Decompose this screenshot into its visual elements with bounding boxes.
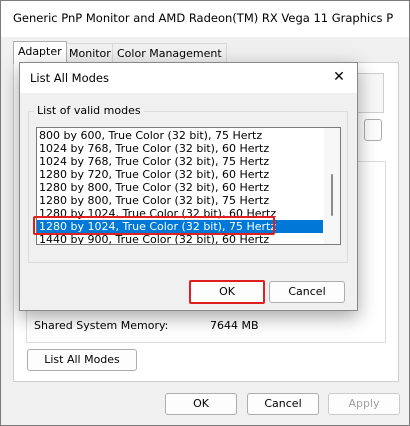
scrollbar-thumb[interactable] [331, 174, 333, 216]
apply-button[interactable]: Apply [328, 393, 400, 415]
mode-list-item[interactable]: 800 by 600, True Color (32 bit), 75 Hert… [37, 129, 323, 142]
close-icon[interactable]: ✕ [329, 67, 349, 87]
cancel-button[interactable]: Cancel [247, 393, 319, 415]
dialog-cancel-button[interactable]: Cancel [269, 281, 345, 303]
selected-mode-highlight [33, 216, 275, 235]
dialog-title: List All Modes [30, 71, 109, 85]
ok-button[interactable]: OK [165, 393, 237, 415]
list-all-modes-dialog: List All Modes ✕ List of valid modes 800… [19, 62, 358, 311]
valid-modes-group-label: List of valid modes [34, 104, 144, 117]
mode-list-item[interactable]: 1024 by 768, True Color (32 bit), 75 Her… [37, 155, 323, 168]
mode-list-item[interactable]: 1280 by 800, True Color (32 bit), 60 Her… [37, 181, 323, 194]
ok-button-highlight [189, 280, 265, 304]
tab-adapter[interactable]: Adapter [13, 41, 67, 64]
tab-monitor[interactable]: Monitor [64, 43, 116, 63]
properties-button[interactable] [364, 119, 382, 141]
mode-list-item[interactable]: 1280 by 720, True Color (32 bit), 60 Her… [37, 168, 323, 181]
window-titlebar: Generic PnP Monitor and AMD Radeon(TM) R… [1, 1, 409, 37]
tab-color-management[interactable]: Color Management [112, 43, 227, 63]
dialog-titlebar: List All Modes ✕ [20, 63, 357, 93]
list-all-modes-button[interactable]: List All Modes [27, 349, 137, 371]
mode-list-item[interactable]: 1024 by 768, True Color (32 bit), 60 Her… [37, 142, 323, 155]
shared-memory-value: 7644 MB [210, 319, 259, 332]
window-title: Generic PnP Monitor and AMD Radeon(TM) R… [13, 11, 393, 25]
shared-memory-label: Shared System Memory: [34, 319, 169, 332]
modes-scrollbar[interactable] [324, 128, 340, 244]
mode-list-item[interactable]: 1280 by 800, True Color (32 bit), 75 Her… [37, 194, 323, 207]
